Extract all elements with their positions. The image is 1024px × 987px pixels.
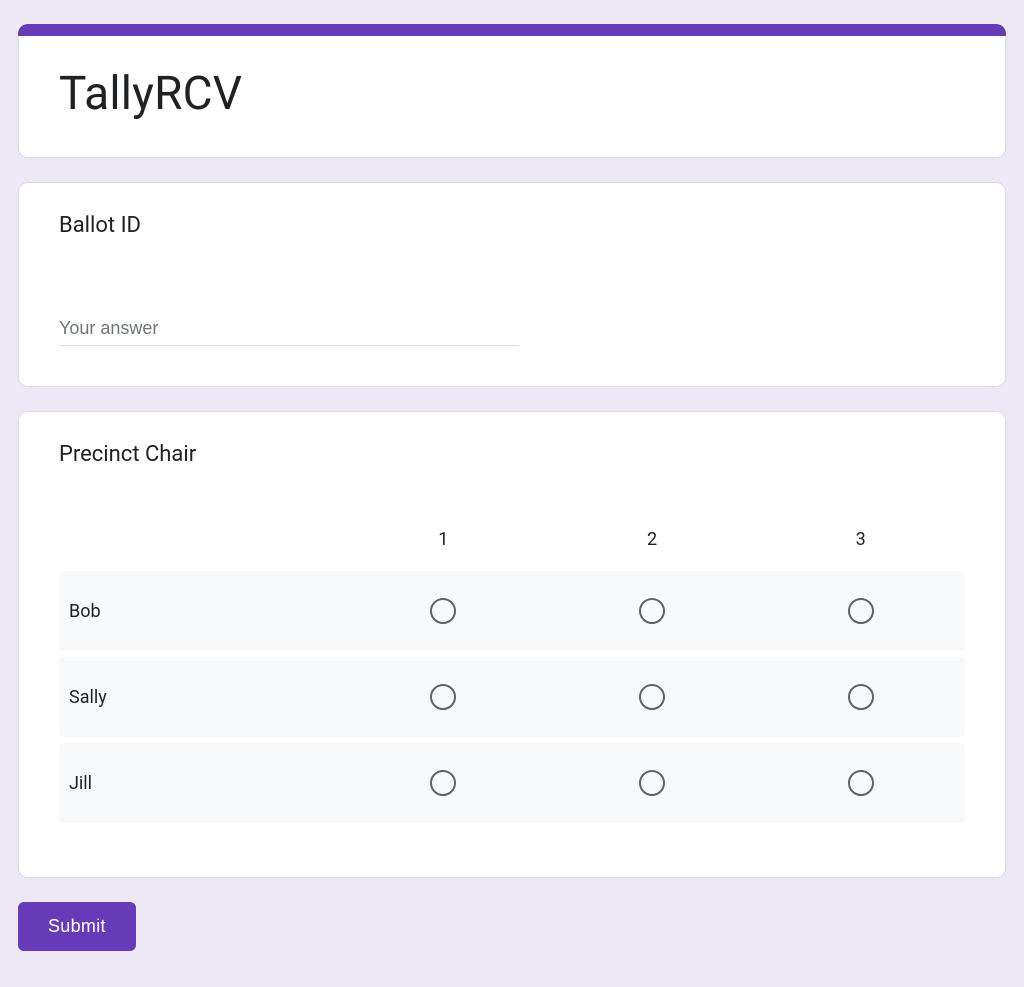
radio-bob-rank2[interactable] bbox=[639, 598, 665, 624]
radio-jill-rank2[interactable] bbox=[639, 770, 665, 796]
table-row: Jill bbox=[59, 743, 965, 823]
radio-jill-rank3[interactable] bbox=[848, 770, 874, 796]
title-card: TallyRCV bbox=[18, 24, 1006, 158]
candidate-label-sally: Sally bbox=[59, 687, 339, 708]
candidate-label-bob: Bob bbox=[59, 601, 339, 622]
rank-column-2: 2 bbox=[548, 529, 757, 550]
precinct-chair-question: Precinct Chair bbox=[59, 442, 965, 467]
radio-sally-rank2[interactable] bbox=[639, 684, 665, 710]
rank-column-1: 1 bbox=[339, 529, 548, 550]
radio-jill-rank1[interactable] bbox=[430, 770, 456, 796]
radio-sally-rank1[interactable] bbox=[430, 684, 456, 710]
rank-column-3: 3 bbox=[756, 529, 965, 550]
radio-bob-rank1[interactable] bbox=[430, 598, 456, 624]
table-row: Sally bbox=[59, 657, 965, 737]
candidate-label-jill: Jill bbox=[59, 773, 339, 794]
submit-button[interactable]: Submit bbox=[18, 902, 136, 951]
radio-bob-rank3[interactable] bbox=[848, 598, 874, 624]
ballot-id-input[interactable] bbox=[59, 308, 519, 346]
ballot-id-question: Ballot ID bbox=[59, 213, 965, 238]
accent-bar bbox=[18, 24, 1006, 36]
grid-header-row: 1 2 3 bbox=[59, 507, 965, 571]
precinct-chair-card: Precinct Chair 1 2 3 Bob Sally Jill bbox=[18, 411, 1006, 878]
ranking-grid: 1 2 3 Bob Sally Jill bbox=[59, 507, 965, 823]
table-row: Bob bbox=[59, 571, 965, 651]
form-title: TallyRCV bbox=[59, 67, 965, 121]
radio-sally-rank3[interactable] bbox=[848, 684, 874, 710]
ballot-id-card: Ballot ID bbox=[18, 182, 1006, 387]
